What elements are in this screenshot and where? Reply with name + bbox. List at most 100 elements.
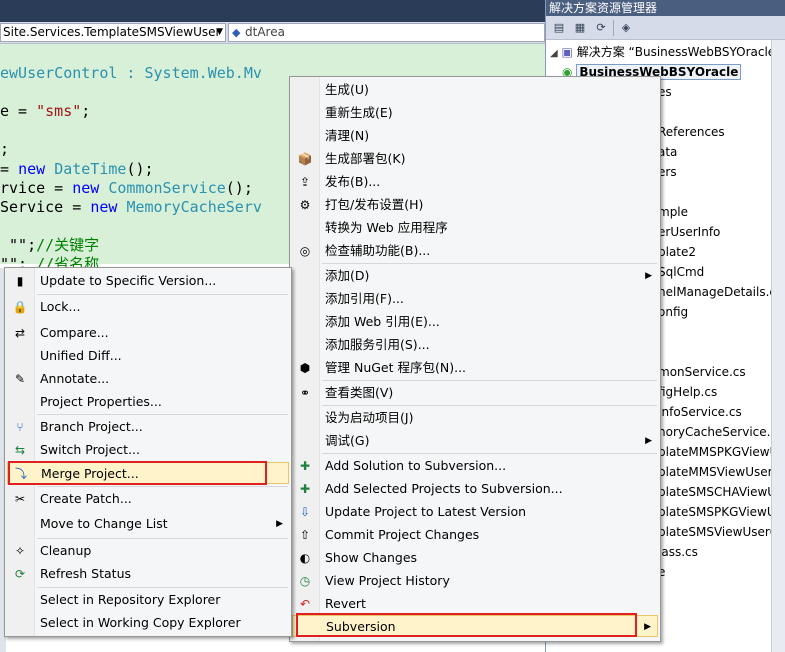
menu-item-label: 调试(G) xyxy=(325,433,370,448)
menu-item-compare[interactable]: ⇄ Compare... xyxy=(7,322,289,344)
package-icon: 📦 xyxy=(297,152,313,166)
nuget-icon: ⬢ xyxy=(299,361,311,375)
member-dropdown[interactable]: ◆ dtArea xyxy=(228,23,545,42)
menu-item-project-properties[interactable]: Project Properties... xyxy=(7,391,289,413)
solution-node[interactable]: ◢ ▣ 解决方案 “BusinessWebBSYOracle” xyxy=(550,42,781,62)
menu-item-b[interactable]: ⇪ 发布(B)... xyxy=(292,171,658,193)
menu-item-label: 添加服务引用(S)... xyxy=(325,337,430,352)
solution-tree-item[interactable]: nelManageDetails.cs xyxy=(658,282,782,302)
solution-tree-item[interactable]: plate2 xyxy=(658,242,696,262)
solution-tree-item[interactable]: InfoService.cs xyxy=(658,402,742,422)
code-token: ""; xyxy=(0,236,37,254)
menu-item-b[interactable]: ◎ 检查辅助功能(B)... xyxy=(292,240,658,262)
menu-separator xyxy=(322,453,657,454)
menu-separator xyxy=(37,538,288,539)
menu-item-label: 查看类图(V) xyxy=(325,385,394,400)
code-line: "";//关键字 xyxy=(0,236,99,255)
menu-item-label: 生成部署包(K) xyxy=(325,151,406,166)
menu-item-n[interactable]: 清理(N) xyxy=(292,125,658,147)
menu-item-k[interactable]: 📦 生成部署包(K) xyxy=(292,148,658,170)
document-tab-strip xyxy=(0,0,545,22)
menu-item-select-in-working-copy-explorer[interactable]: Select in Working Copy Explorer xyxy=(7,612,289,634)
solution-tree-item[interactable]: erUserInfo xyxy=(658,222,720,242)
menu-item-e[interactable]: 重新生成(E) xyxy=(292,102,658,124)
menu-item-revert[interactable]: ↶ Revert xyxy=(292,593,658,615)
menu-item-label: Cleanup xyxy=(40,543,92,558)
solution-tree-item[interactable]: noryCacheService.cs xyxy=(658,422,783,442)
menu-item-v[interactable]: ⚭ 查看类图(V) xyxy=(292,382,658,404)
menu-item-label: Show Changes xyxy=(325,550,418,565)
code-token: "sms" xyxy=(36,102,82,120)
menu-item-label: Add Selected Projects to Subversion... xyxy=(325,481,563,496)
solution-tree-item[interactable]: onfig xyxy=(658,302,688,322)
menu-item-label: 添加 Web 引用(E)... xyxy=(325,314,440,329)
menu-item-move-to-change-list[interactable]: Move to Change List ▶ xyxy=(7,513,289,535)
menu-item-switch-project[interactable]: ⇆ Switch Project... xyxy=(7,439,289,461)
menu-item-label: Update to Specific Version... xyxy=(40,273,217,288)
menu-item-update-to-specific-version[interactable]: ▮ Update to Specific Version... xyxy=(7,270,289,292)
code-token: new xyxy=(18,160,55,178)
menu-item-create-patch[interactable]: ✂ Create Patch... xyxy=(7,488,289,510)
code-line: Service = new MemoryCacheServ xyxy=(0,198,262,217)
code-token: (); xyxy=(126,160,154,178)
menu-item-view-project-history[interactable]: ◷ View Project History xyxy=(292,570,658,592)
subversion-submenu: ▮ Update to Specific Version... 🔒 Lock... ⇄ C… xyxy=(4,267,292,637)
solution-tree-item[interactable]: lass.cs xyxy=(658,542,698,562)
refresh-icon[interactable]: ⟳ xyxy=(592,19,610,37)
menu-item-subversion[interactable]: Subversion ▶ xyxy=(292,615,658,637)
menu-item-show-changes[interactable]: ◐ Show Changes xyxy=(292,547,658,569)
solution-tree-item[interactable]: SqlCmd xyxy=(658,262,704,282)
menu-item-refresh-status[interactable]: ⟳ Refresh Status xyxy=(7,563,289,585)
menu-item-label: Switch Project... xyxy=(40,442,140,457)
menu-item-d[interactable]: 添加(D) ▶ xyxy=(292,265,658,287)
menu-item-s[interactable]: 添加服务引用(S)... xyxy=(292,334,658,356)
menu-item-label: 添加引用(F)... xyxy=(325,291,404,306)
menu-item-add-solution-to-subversion[interactable]: ✚ Add Solution to Subversion... xyxy=(292,455,658,477)
class-dropdown-value: Site.Services.TemplateSMSViewUser xyxy=(3,25,221,39)
solution-tree-item[interactable]: figHelp.cs xyxy=(658,382,717,402)
menu-item-j[interactable]: 设为启动项目(J) xyxy=(292,407,658,429)
solution-explorer-toolbar: ▤ ▦ ⟳ ◈ xyxy=(546,16,785,40)
show-all-files-icon[interactable]: ▦ xyxy=(571,19,589,37)
menu-item-nuget-n[interactable]: ⬢ 管理 NuGet 程序包(N)... xyxy=(292,357,658,379)
menu-item-select-in-repository-explorer[interactable]: Select in Repository Explorer xyxy=(7,589,289,611)
solution-tree-item[interactable]: plateSMSPKGViewUs xyxy=(658,502,782,522)
solution-tree-item[interactable]: plateSMSCHAViewUs xyxy=(658,482,782,502)
svn-changes-icon: ◐ xyxy=(299,551,311,565)
menu-item-web[interactable]: 转换为 Web 应用程序 xyxy=(292,217,658,239)
menu-item-unified-diff[interactable]: Unified Diff... xyxy=(7,345,289,367)
menu-item-u[interactable]: 生成(U) xyxy=(292,79,658,101)
menu-item-lock[interactable]: 🔒 Lock... xyxy=(7,296,289,318)
menu-item-web-e[interactable]: 添加 Web 引用(E)... xyxy=(292,311,658,333)
menu-item-label: 重新生成(E) xyxy=(325,105,393,120)
menu-item-label: Refresh Status xyxy=(40,566,132,581)
menu-item-commit-project-changes[interactable]: ⇧ Commit Project Changes xyxy=(292,524,658,546)
class-dropdown[interactable]: Site.Services.TemplateSMSViewUser ▼ xyxy=(0,23,226,42)
solution-tree-item[interactable]: plateMMSPKGViewUs xyxy=(658,442,785,462)
solution-tree-item[interactable]: monService.cs xyxy=(658,362,746,382)
code-token: new xyxy=(90,198,127,216)
menu-item-label: Select in Repository Explorer xyxy=(40,592,221,607)
patch-icon: ✂ xyxy=(14,492,26,506)
scrollbar[interactable] xyxy=(771,40,785,652)
menu-item-f[interactable]: 添加引用(F)... xyxy=(292,288,658,310)
menu-item-label: 清理(N) xyxy=(325,128,370,143)
menu-item-add-selected-projects-to-subversion[interactable]: ✚ Add Selected Projects to Subversion... xyxy=(292,478,658,500)
properties-icon[interactable]: ▤ xyxy=(550,19,568,37)
menu-item-label: Unified Diff... xyxy=(40,348,122,363)
solution-tree-item[interactable]: References xyxy=(658,122,725,142)
menu-item-label: 打包/发布设置(H) xyxy=(325,197,424,212)
menu-item-h[interactable]: ⚙ 打包/发布设置(H) xyxy=(292,194,658,216)
menu-item-merge-project[interactable]: ⤵ Merge Project... xyxy=(7,462,289,484)
menu-item-annotate[interactable]: ✎ Annotate... xyxy=(7,368,289,390)
solution-tree-item[interactable]: plateSMSViewUserCo xyxy=(658,522,785,542)
solution-tree-item[interactable]: mple xyxy=(658,202,688,222)
solution-tree-item[interactable]: plateMMSViewUserC xyxy=(658,462,781,482)
menu-item-label: Annotate... xyxy=(40,371,110,386)
menu-item-g[interactable]: 调试(G) ▶ xyxy=(292,430,658,452)
menu-item-branch-project[interactable]: ⑂ Branch Project... xyxy=(7,416,289,438)
view-class-diagram-icon[interactable]: ◈ xyxy=(617,19,635,37)
submenu-arrow-icon: ▶ xyxy=(645,271,652,281)
menu-item-update-project-to-latest-version[interactable]: ⇩ Update Project to Latest Version xyxy=(292,501,658,523)
menu-item-cleanup[interactable]: ✧ Cleanup xyxy=(7,540,289,562)
